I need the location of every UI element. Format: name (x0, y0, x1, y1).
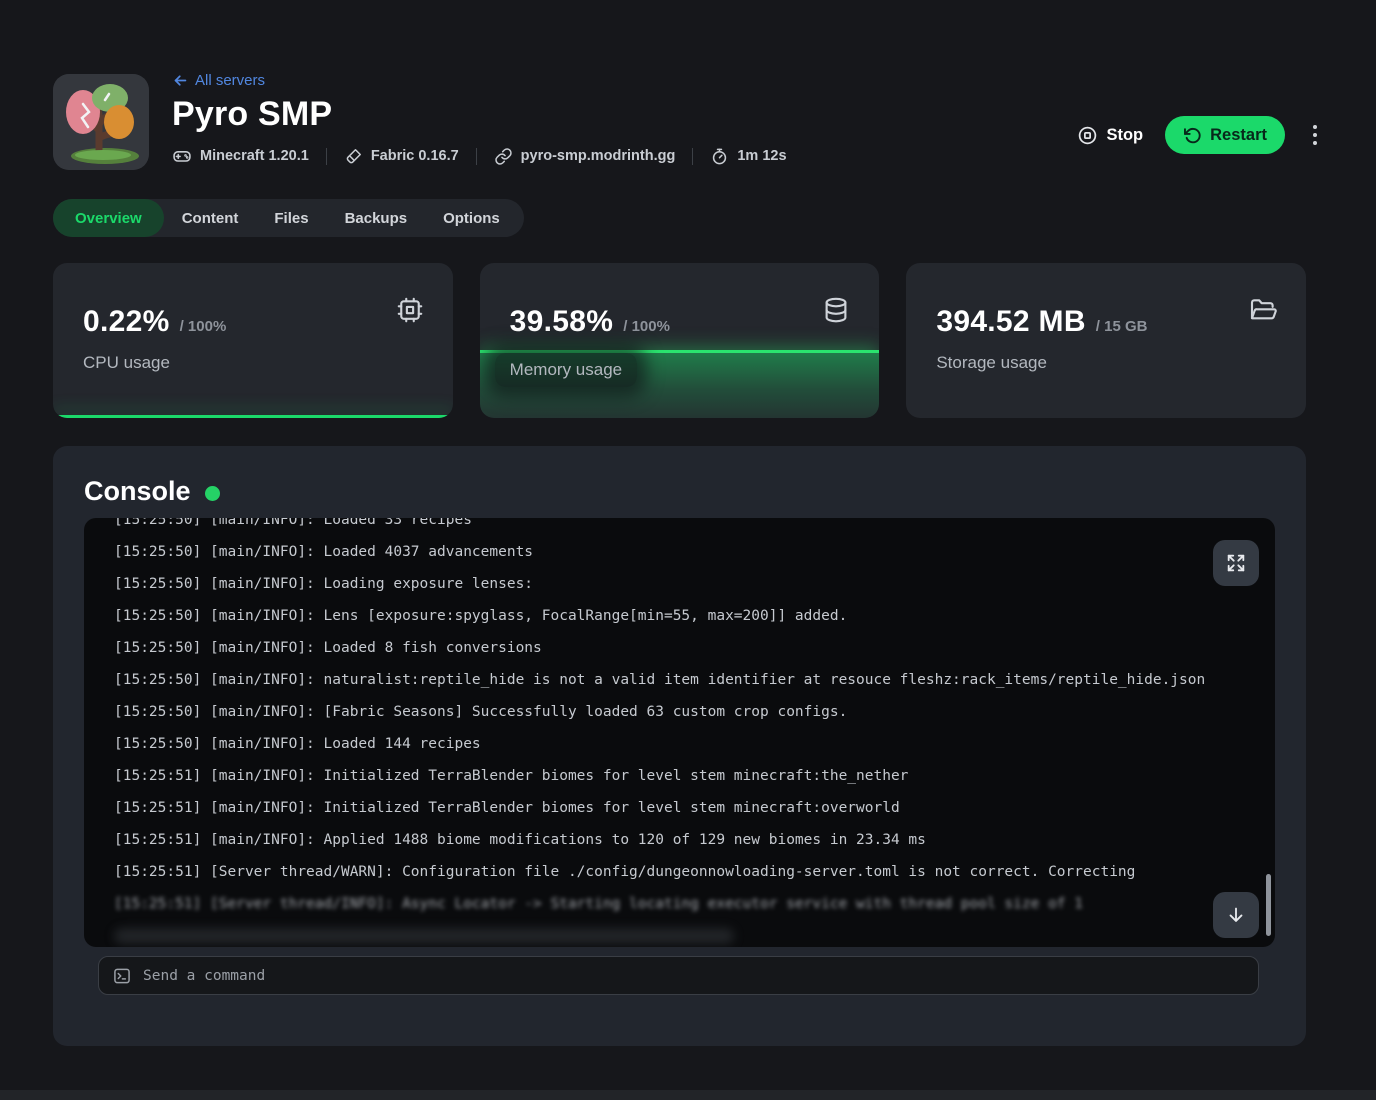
restart-button[interactable]: Restart (1165, 116, 1285, 154)
meta-uptime-label: 1m 12s (737, 148, 786, 164)
tab-backups[interactable]: Backups (327, 203, 426, 233)
kebab-dot (1313, 133, 1317, 137)
restart-icon (1183, 126, 1202, 145)
meta-divider (326, 148, 327, 165)
console-line: [15:25:51] [main/INFO]: Initialized Terr… (114, 792, 1235, 824)
cpu-usage-graph (53, 415, 453, 418)
terminal-icon (112, 966, 132, 986)
tab-content[interactable]: Content (164, 203, 257, 233)
console-line: [15:25:50] [main/INFO]: naturalist:repti… (114, 664, 1235, 696)
server-meta-row: Minecraft 1.20.1 Fabric 0.16.7 pyro-smp.… (172, 146, 1077, 166)
link-icon (494, 147, 513, 166)
memory-usage-value: 39.58% (510, 305, 614, 339)
console-line: [15:25:51] [Server thread/WARN]: Configu… (114, 856, 1235, 888)
meta-loader-label: Fabric 0.16.7 (371, 148, 459, 164)
meta-game-version-label: Minecraft 1.20.1 (200, 148, 309, 164)
gamepad-icon (172, 146, 192, 166)
meta-server-address[interactable]: pyro-smp.modrinth.gg (494, 147, 676, 166)
cpu-usage-value-row: 0.22% / 100% (83, 305, 226, 339)
memory-usage-label: Memory usage (495, 353, 637, 387)
kebab-dot (1313, 141, 1317, 145)
fabric-loader-icon (344, 147, 363, 166)
console-viewport[interactable]: [15:25:50] [main/INFO]: Loaded 33 recipe… (84, 518, 1275, 947)
server-avatar-art (53, 74, 149, 170)
back-arrow-icon (172, 72, 189, 89)
cpu-usage-label: CPU usage (83, 353, 170, 373)
console-line: [15:25:50] [main/INFO]: Loaded 144 recip… (114, 728, 1235, 760)
console-line: [15:25:50] [main/INFO]: [Fabric Seasons]… (114, 696, 1235, 728)
console-log: [15:25:50] [main/INFO]: Loaded 33 recipe… (114, 518, 1235, 947)
more-options-button[interactable] (1307, 119, 1323, 151)
stop-button-label: Stop (1106, 126, 1143, 145)
tab-files[interactable]: Files (256, 203, 326, 233)
console-title: Console (84, 476, 191, 507)
back-to-all-servers-link[interactable]: All servers (172, 72, 265, 89)
console-line: [15:25:51] [main/INFO]: Initialized Terr… (114, 760, 1235, 792)
memory-usage-card: 39.58% / 100% Memory usage (480, 263, 880, 418)
page-title: Pyro SMP (172, 95, 1077, 134)
meta-divider (476, 148, 477, 165)
meta-divider (692, 148, 693, 165)
command-input[interactable] (143, 968, 1245, 984)
console-line: [15:25:50] [main/INFO]: Loaded 4037 adva… (114, 536, 1235, 568)
meta-uptime: 1m 12s (710, 147, 786, 166)
tab-options[interactable]: Options (425, 203, 518, 233)
meta-loader: Fabric 0.16.7 (344, 147, 459, 166)
console-line: [15:25:51] [main/INFO]: Applied 1488 bio… (114, 824, 1235, 856)
cpu-usage-card: 0.22% / 100% CPU usage (53, 263, 453, 418)
console-line: [15:25:50] [main/INFO]: Loaded 8 fish co… (114, 632, 1235, 664)
folder-open-icon (1248, 295, 1278, 330)
console-line: [15:25:50] [main/INFO]: Loaded 33 recipe… (114, 518, 1235, 536)
console-scrollbar-thumb[interactable] (1266, 874, 1271, 936)
cpu-icon (395, 295, 425, 330)
server-tabbar: Overview Content Files Backups Options (53, 199, 524, 237)
back-link-label: All servers (195, 72, 265, 89)
storage-usage-value-row: 394.52 MB / 15 GB (936, 305, 1147, 339)
console-line: [15:25:51] [Server thread/INFO]: Async L… (114, 888, 1235, 920)
stop-circle-icon (1077, 125, 1098, 146)
command-input-row (98, 956, 1259, 995)
console-status-dot (205, 486, 220, 501)
server-heading: All servers Pyro SMP Minecraft 1.20.1 Fa… (172, 74, 1077, 170)
meta-game-version: Minecraft 1.20.1 (172, 146, 309, 166)
server-overview-page: All servers Pyro SMP Minecraft 1.20.1 Fa… (0, 0, 1376, 1100)
timer-icon (710, 147, 729, 166)
memory-usage-max: / 100% (623, 318, 670, 335)
console-header: Console (84, 476, 220, 507)
console-scroll-bottom-button[interactable] (1213, 892, 1259, 938)
server-actions: Stop Restart (1077, 100, 1323, 170)
memory-usage-value-row: 39.58% / 100% (510, 305, 670, 339)
tab-overview[interactable]: Overview (53, 199, 164, 237)
expand-icon (1225, 552, 1247, 574)
cpu-usage-value: 0.22% (83, 305, 170, 339)
kebab-dot (1313, 125, 1317, 129)
stop-button[interactable]: Stop (1077, 125, 1143, 146)
storage-usage-card: 394.52 MB / 15 GB Storage usage (906, 263, 1306, 418)
console-expand-button[interactable] (1213, 540, 1259, 586)
console-card: Console [15:25:50] [main/INFO]: Loaded 3… (53, 446, 1306, 1046)
console-line: [15:25:50] [main/INFO]: Lens [exposure:s… (114, 600, 1235, 632)
console-line (114, 920, 1235, 947)
storage-usage-value: 394.52 MB (936, 305, 1085, 339)
server-avatar (53, 74, 149, 170)
database-icon (821, 295, 851, 330)
storage-usage-max: / 15 GB (1096, 318, 1148, 335)
meta-server-address-label: pyro-smp.modrinth.gg (521, 148, 676, 164)
restart-button-label: Restart (1210, 126, 1267, 145)
server-header: All servers Pyro SMP Minecraft 1.20.1 Fa… (53, 74, 1323, 170)
console-line: [15:25:50] [main/INFO]: Loading exposure… (114, 568, 1235, 600)
stats-row: 0.22% / 100% CPU usage 39.58% / 100% Mem… (53, 263, 1306, 418)
storage-usage-label: Storage usage (936, 353, 1047, 373)
footer-band (0, 1090, 1376, 1100)
cpu-usage-max: / 100% (180, 318, 227, 335)
arrow-down-icon (1225, 904, 1247, 926)
